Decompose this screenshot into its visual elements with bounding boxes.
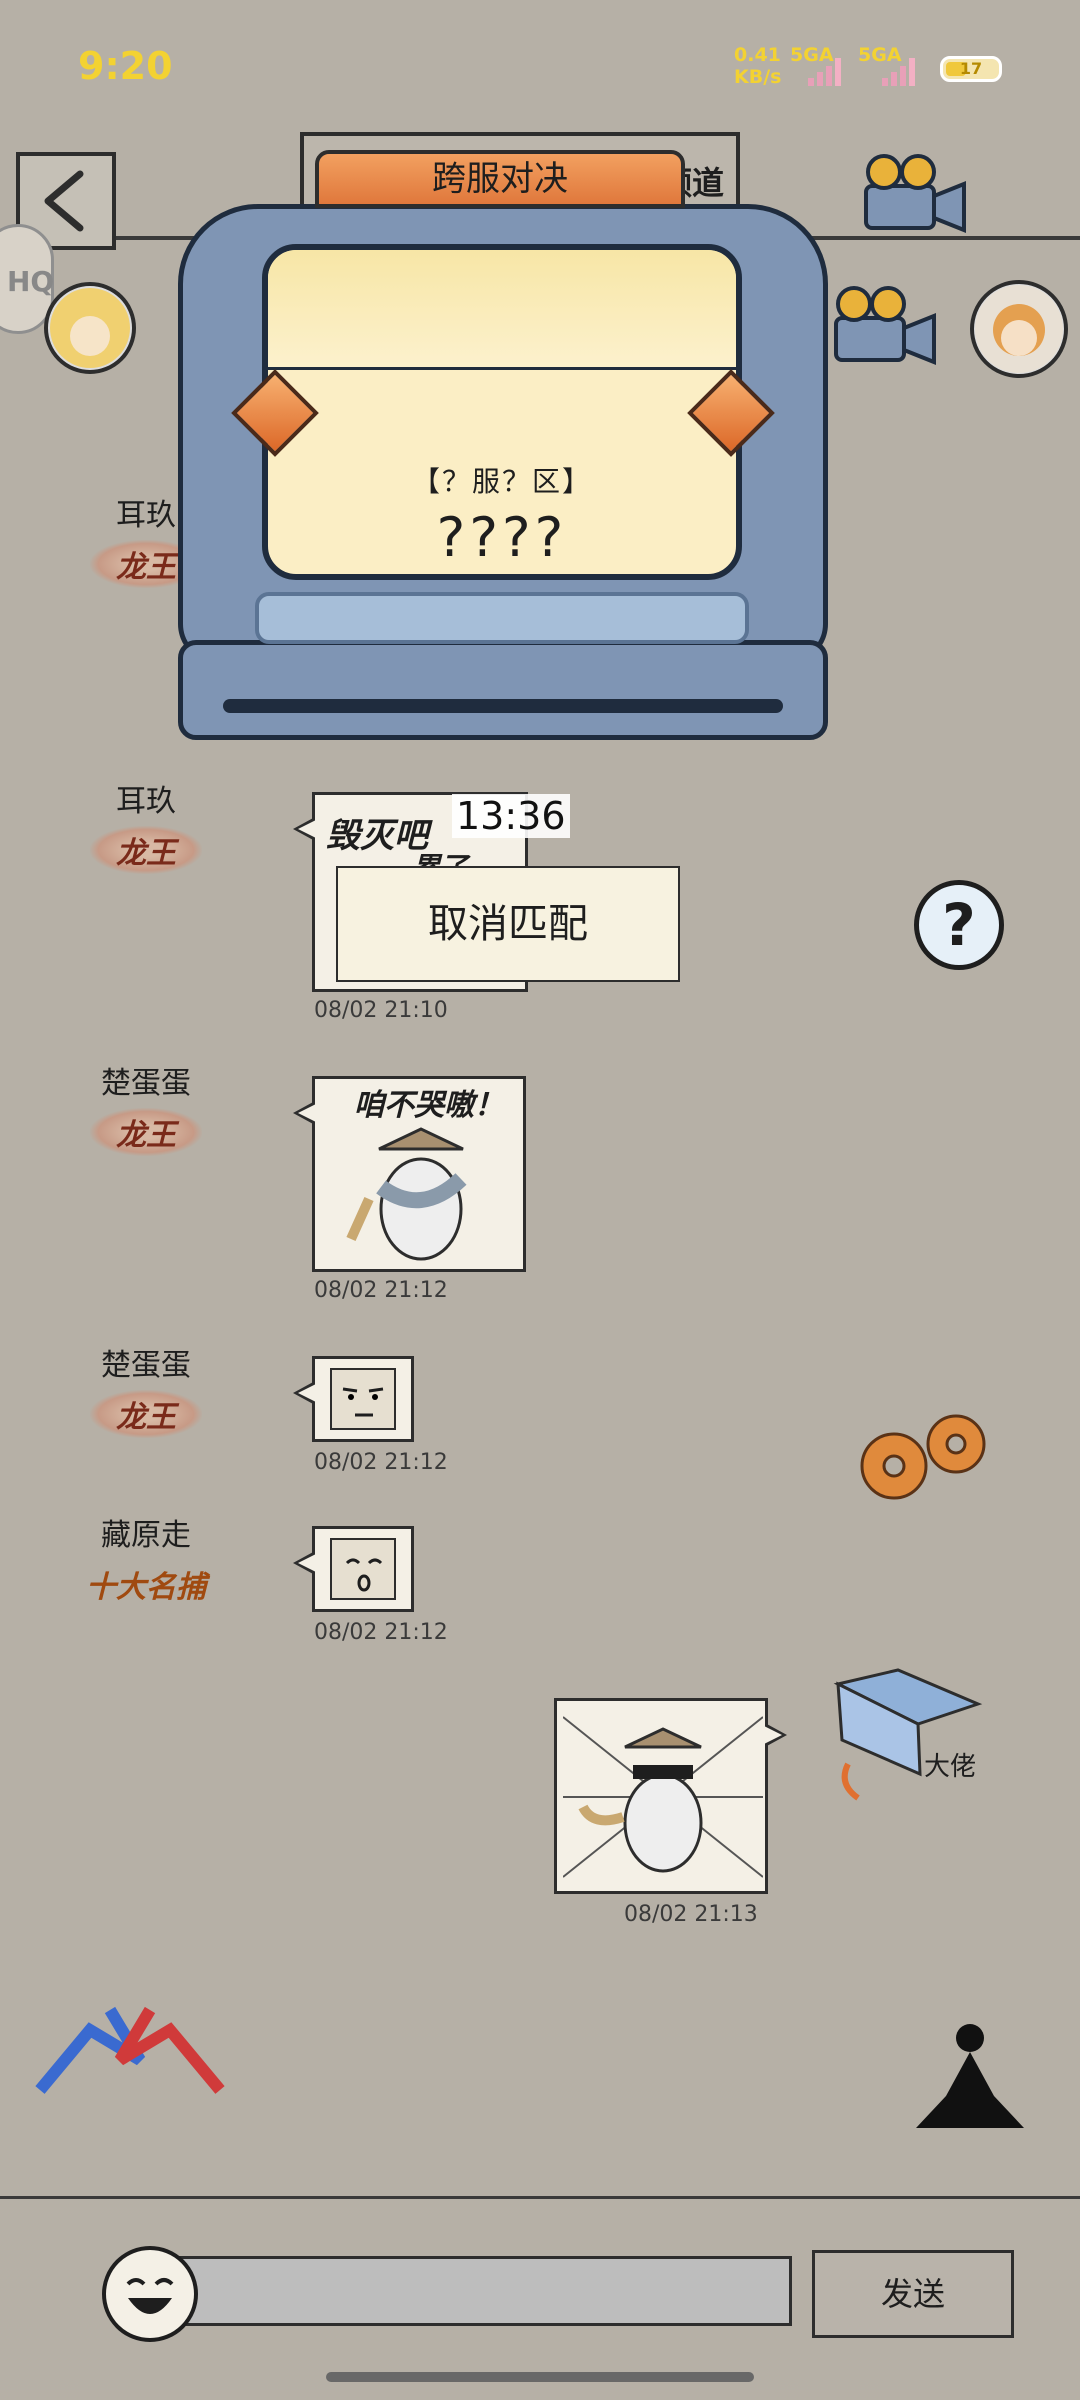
status-bar: 9:20 0.41 KB/s 5GA 5GA 17 [0,0,1080,120]
avatar-2[interactable] [970,280,1068,378]
gear-icon[interactable] [850,1404,1000,1514]
camera-icon-2[interactable] [826,282,946,378]
sticker-bubble[interactable] [293,1356,414,1442]
sticker-bubble[interactable] [293,1526,414,1612]
help-button[interactable]: ? [914,880,1004,970]
server-label: 【？服？区】 [411,465,592,498]
sticker-image-icon [346,1127,467,1261]
user-avatar-icon [50,288,130,368]
sticker-text: 咱不哭嗷！ [354,1088,504,1123]
chevron-left-icon [44,170,84,232]
signal-icon [808,52,848,86]
footer-divider [0,2196,1080,2199]
opponent-name: ???? [436,506,568,569]
machine-panel [255,592,749,644]
sticker-image-icon [563,1716,763,1878]
book-icon[interactable] [828,1664,998,1804]
camera-icon[interactable] [856,150,976,246]
status-time: 9:20 [78,44,173,88]
message-sender: 耳玖 龙王 [56,782,236,874]
user-avatar-icon [975,285,1063,373]
message-sender: 楚蛋蛋 龙王 [56,1064,236,1156]
message-timestamp: 08/02 21:10 [314,998,448,1023]
message-timestamp: 08/02 21:12 [314,1278,448,1303]
face-sticker-icon [330,1368,396,1430]
message-sender: 藏原走 十大名捕 [86,1518,206,1605]
laughing-face-icon [126,2278,174,2314]
chat-input[interactable] [178,2256,792,2326]
message-timestamp: 08/02 21:13 [624,1902,758,1927]
message-timestamp: 08/02 21:12 [314,1620,448,1645]
send-button[interactable]: 发送 [812,2250,1014,2338]
face-sticker-icon [330,1538,396,1600]
signal-icon-2 [882,52,922,86]
home-indicator[interactable] [326,2372,754,2382]
machine-base [178,640,828,740]
cancel-match-button[interactable]: 取消匹配 [336,866,680,982]
battle-icon[interactable] [30,2000,230,2100]
emoji-button[interactable] [102,2246,198,2342]
modal-title: 跨服对决 [315,150,685,208]
book-label: 大佬 [924,1752,977,1782]
message-sender: 楚蛋蛋 龙王 [56,1346,236,1438]
match-timer: 13:36 [452,794,570,838]
sticker-bubble[interactable] [554,1698,787,1894]
network-speed: 0.41 KB/s [734,44,782,88]
avatar[interactable] [44,282,136,374]
message-timestamp: 08/02 21:12 [314,1450,448,1475]
battery-icon: 17 [940,56,1002,82]
meditate-icon[interactable] [906,2016,1036,2146]
